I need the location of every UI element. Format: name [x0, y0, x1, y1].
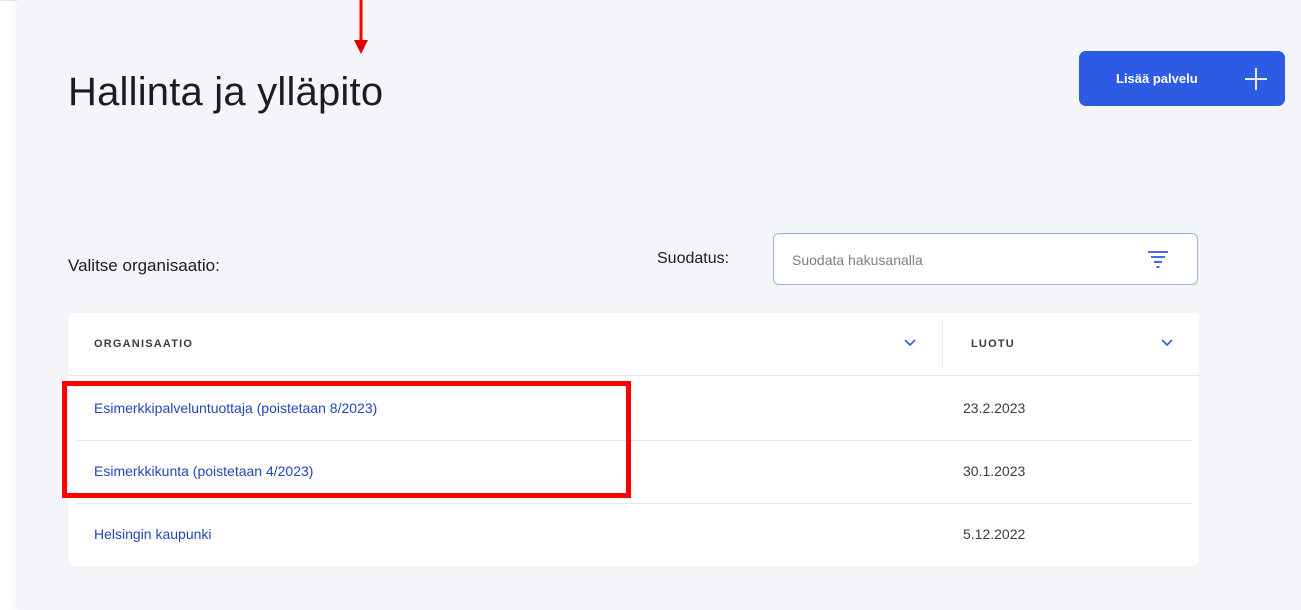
filter-label: Suodatus: [657, 250, 730, 267]
table-row[interactable]: Esimerkkipalveluntuottaja (poistetaan 8/… [76, 377, 1191, 441]
created-date: 30.1.2023 [963, 463, 1026, 479]
plus-icon [1245, 68, 1267, 90]
filter-input[interactable] [790, 248, 1134, 272]
created-date: 23.2.2023 [963, 400, 1026, 416]
organization-table: ORGANISAATIO LUOTU Esimerkkipalveluntuot… [68, 313, 1199, 566]
add-service-button[interactable]: Lisää palvelu [1079, 51, 1285, 106]
table-header: ORGANISAATIO LUOTU [68, 313, 1199, 376]
filter-field[interactable] [773, 233, 1198, 285]
column-header-organization: ORGANISAATIO [94, 338, 194, 350]
organization-link[interactable]: Helsingin kaupunki [94, 526, 212, 542]
table-row[interactable]: Esimerkkikunta (poistetaan 4/2023) 30.1.… [76, 440, 1191, 504]
chevron-down-icon[interactable] [904, 339, 916, 347]
organization-link[interactable]: Esimerkkikunta (poistetaan 4/2023) [94, 463, 313, 479]
created-date: 5.12.2022 [963, 526, 1026, 542]
chevron-down-icon[interactable] [1161, 339, 1173, 347]
organization-link[interactable]: Esimerkkipalveluntuottaja (poistetaan 8/… [94, 400, 377, 416]
organization-label: Valitse organisaatio: [68, 256, 220, 275]
add-service-button-label: Lisää palvelu [1116, 71, 1198, 86]
column-header-created: LUOTU [971, 338, 1015, 350]
page-title: Hallinta ja ylläpito [68, 70, 384, 114]
filter-icon[interactable] [1147, 249, 1169, 269]
arrow-down-annotation-icon [354, 0, 368, 54]
column-divider [942, 321, 943, 367]
table-row[interactable]: Helsingin kaupunki 5.12.2022 [76, 503, 1191, 566]
